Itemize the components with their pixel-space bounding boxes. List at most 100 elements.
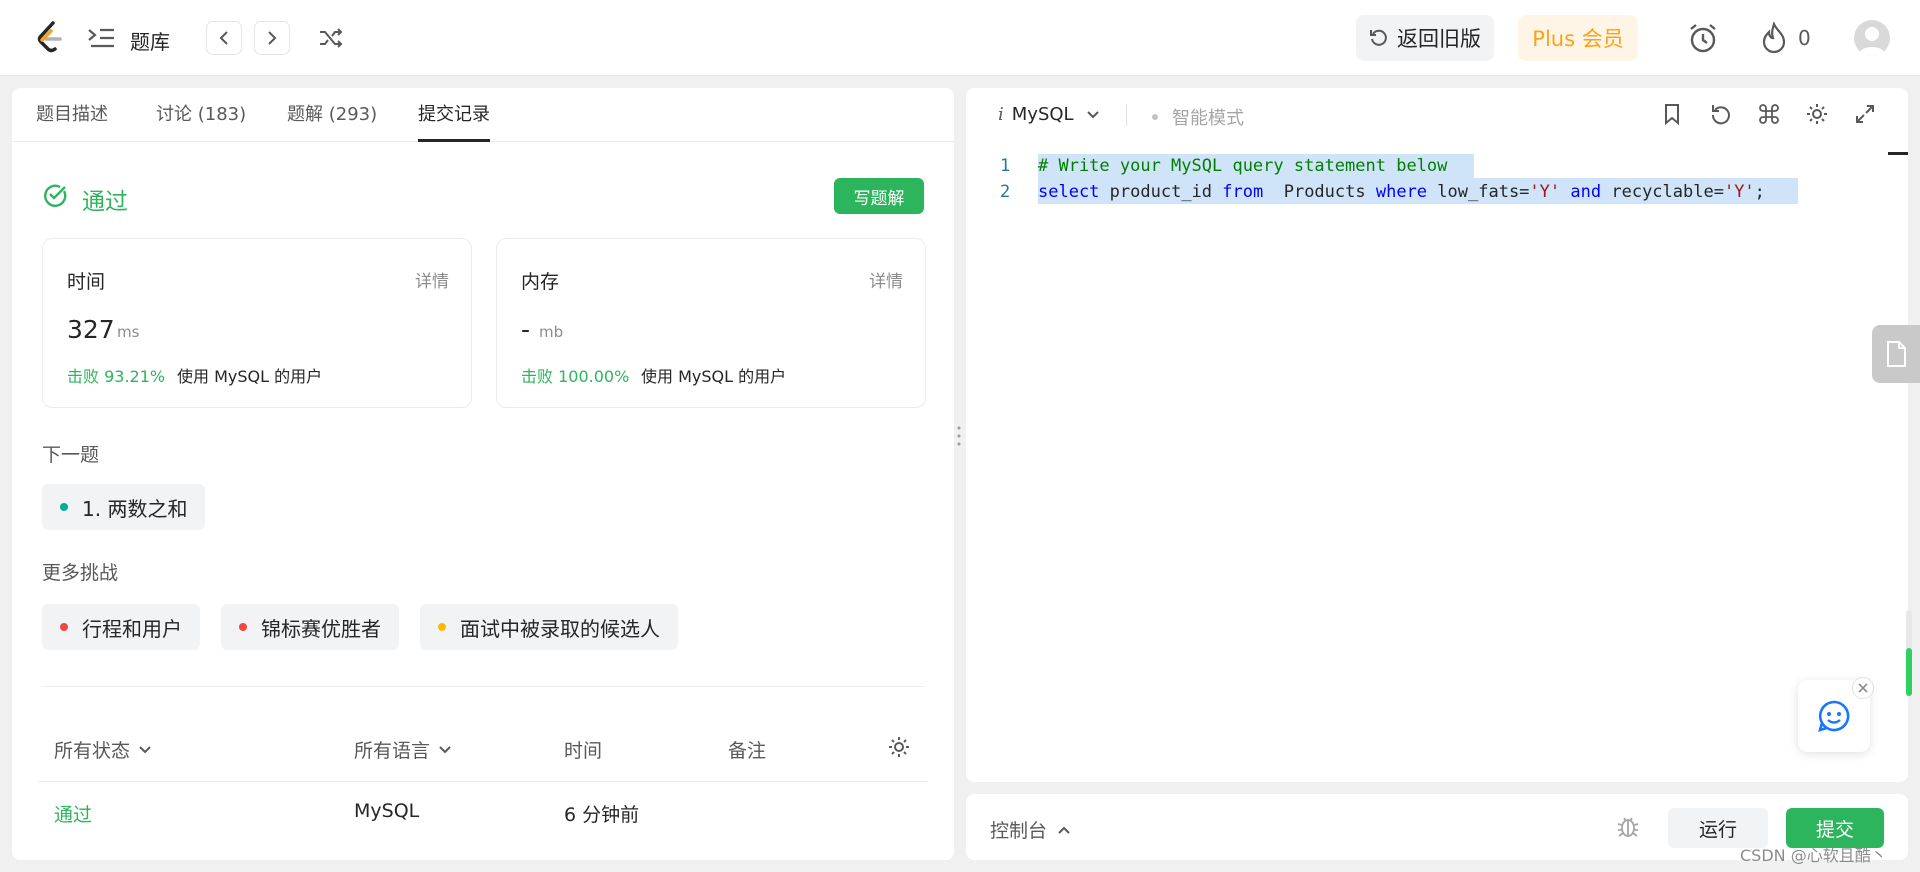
table-row[interactable]: 通过 MySQL 6 分钟前 <box>38 782 928 842</box>
next-problem-button[interactable] <box>254 21 290 55</box>
row-language: MySQL <box>354 800 420 822</box>
language-filter[interactable]: 所有语言 <box>354 736 452 763</box>
check-circle-icon <box>42 182 68 208</box>
shortcuts-command-icon[interactable] <box>1758 103 1782 127</box>
code-editor[interactable]: 1 2 # Write your MySQL query statement b… <box>966 142 1896 782</box>
code-token: 'Y' <box>1723 182 1755 202</box>
language-selector[interactable]: i MySQL <box>998 104 1100 125</box>
notes-column-header: 备注 <box>728 740 767 762</box>
code-token: and <box>1570 182 1602 202</box>
code-token: ; <box>1754 182 1765 202</box>
toolbar-divider <box>1126 104 1127 126</box>
runtime-beat-label: 击败 93.21% <box>67 367 166 386</box>
table-settings-icon[interactable] <box>888 736 910 758</box>
code-token: where <box>1375 182 1428 202</box>
memory-detail-link[interactable]: 详情 <box>869 267 903 292</box>
smart-mode-toggle[interactable]: 智能模式 <box>1152 104 1244 130</box>
back-to-old-version-button[interactable]: 返回旧版 <box>1356 15 1494 61</box>
memory-value: - <box>521 315 531 344</box>
challenge-chip[interactable]: 锦标赛优胜者 <box>221 604 399 650</box>
line-number: 2 <box>1000 182 1011 202</box>
runtime-card: 时间 详情 327 ms 击败 93.21% 使用 MySQL 的用户 <box>42 238 472 408</box>
document-icon <box>1887 341 1906 367</box>
result-status: 通过 <box>82 189 128 215</box>
chevron-right-icon <box>268 31 277 45</box>
more-challenges-heading: 更多挑战 <box>42 562 119 584</box>
runtime-beat-suffix: 使用 MySQL 的用户 <box>177 367 323 386</box>
tab-description[interactable]: 题目描述 <box>36 88 108 142</box>
streak-count: 0 <box>1798 26 1811 50</box>
console-toggle[interactable]: 控制台 <box>990 816 1071 843</box>
info-icon: i <box>998 104 1004 125</box>
streak-fire-icon[interactable] <box>1760 22 1788 54</box>
memory-beat-suffix: 使用 MySQL 的用户 <box>641 367 787 386</box>
runtime-detail-link[interactable]: 详情 <box>415 267 449 292</box>
bookmark-icon[interactable] <box>1662 103 1684 127</box>
language-filter-label: 所有语言 <box>354 740 431 762</box>
next-problem-chip[interactable]: 1. 两数之和 <box>42 484 206 530</box>
user-avatar-icon <box>1858 27 1886 56</box>
problem-list-icon[interactable] <box>86 24 116 52</box>
code-token: low_fats= <box>1437 182 1530 202</box>
smart-mode-label: 智能模式 <box>1172 108 1244 129</box>
row-status[interactable]: 通过 <box>54 800 92 827</box>
scroll-progress-indicator <box>1906 610 1912 696</box>
chevron-down-icon <box>439 745 451 753</box>
panel-resize-handle[interactable] <box>957 424 961 448</box>
chevron-left-icon <box>219 31 228 45</box>
alarm-clock-icon[interactable] <box>1686 20 1720 56</box>
line-number: 1 <box>1000 156 1011 176</box>
code-token: select <box>1038 182 1100 202</box>
tab-discussion[interactable]: 讨论 (183) <box>156 88 246 142</box>
leetcode-logo[interactable] <box>34 20 64 56</box>
scroll-progress-fill <box>1906 648 1912 696</box>
next-problem-title: 1. 两数之和 <box>82 496 188 521</box>
problem-list-label[interactable]: 题库 <box>130 26 170 55</box>
plus-member-button[interactable]: Plus 会员 <box>1518 15 1638 61</box>
runtime-title: 时间 <box>67 271 106 293</box>
difficulty-dot <box>60 623 68 631</box>
status-filter-label: 所有状态 <box>54 740 131 762</box>
memory-title: 内存 <box>521 271 560 293</box>
random-problem-button[interactable] <box>316 24 346 52</box>
challenge-title: 锦标赛优胜者 <box>261 616 381 641</box>
row-time: 6 分钟前 <box>564 804 640 826</box>
code-line-2: select product_id from Products where lo… <box>1038 182 1765 202</box>
back-to-old-version-label: 返回旧版 <box>1397 27 1481 51</box>
tab-submissions[interactable]: 提交记录 <box>418 88 490 142</box>
difficulty-dot <box>60 503 68 511</box>
debug-bug-icon[interactable] <box>1616 814 1642 840</box>
close-chat-button[interactable] <box>1852 677 1874 699</box>
write-solution-button[interactable]: 写题解 <box>834 178 924 214</box>
memory-unit: mb <box>539 323 564 341</box>
chevron-up-icon <box>1058 826 1070 834</box>
memory-card: 内存 详情 - mb 击败 100.00% 使用 MySQL 的用户 <box>496 238 926 408</box>
left-panel: 题目描述 讨论 (183) 题解 (293) 提交记录 通过 写题解 时间 详情… <box>12 88 954 860</box>
memory-beat-label: 击败 100.00% <box>521 367 630 386</box>
challenge-chip[interactable]: 面试中被录取的候选人 <box>420 604 678 650</box>
tab-solutions[interactable]: 题解 (293) <box>287 88 377 142</box>
editor-settings-icon[interactable] <box>1806 103 1830 127</box>
editor-toolbar: i MySQL 智能模式 <box>966 88 1908 142</box>
overview-ruler-marker <box>1888 152 1908 155</box>
code-token: Products <box>1283 182 1366 202</box>
challenge-title: 面试中被录取的候选人 <box>460 616 660 641</box>
status-filter[interactable]: 所有状态 <box>54 736 152 763</box>
shuffle-icon <box>320 28 343 48</box>
fullscreen-icon[interactable] <box>1854 103 1878 127</box>
close-icon <box>1858 683 1868 693</box>
chat-smile-icon <box>1818 700 1850 732</box>
reset-code-icon[interactable] <box>1710 103 1734 127</box>
next-problem-heading: 下一题 <box>42 444 100 466</box>
submissions-table-header: 所有状态 所有语言 时间 备注 <box>38 728 928 782</box>
tab-bar: 题目描述 讨论 (183) 题解 (293) 提交记录 <box>12 88 954 142</box>
code-token: product_id <box>1109 182 1213 202</box>
prev-problem-button[interactable] <box>206 21 242 55</box>
code-line-1: # Write your MySQL query statement below <box>1038 156 1448 176</box>
avatar[interactable] <box>1854 20 1890 56</box>
code-token: 'Y' <box>1529 182 1561 202</box>
editor-panel: i MySQL 智能模式 1 2 # Write your MySQL quer… <box>966 88 1908 782</box>
challenge-chip[interactable]: 行程和用户 <box>42 604 200 650</box>
code-token: from <box>1222 182 1264 202</box>
side-notes-tab[interactable] <box>1872 325 1920 383</box>
